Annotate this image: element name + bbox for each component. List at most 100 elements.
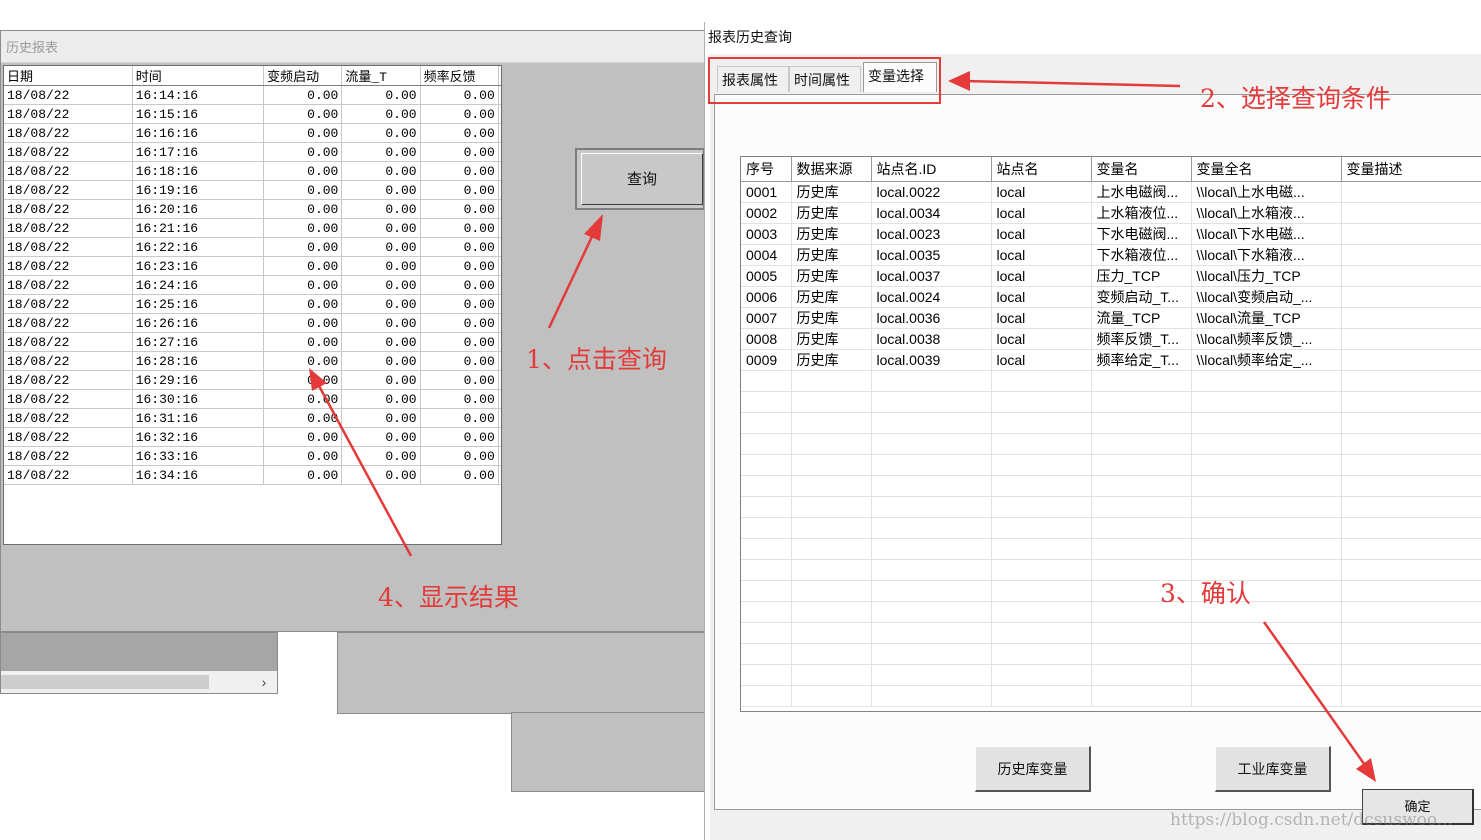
history-variable-button[interactable]: 历史库变量 bbox=[975, 746, 1091, 792]
table-row[interactable]: 18/08/2216:33:160.000.000.000 bbox=[4, 446, 501, 466]
table-row[interactable]: 18/08/2216:17:160.000.000.000 bbox=[4, 142, 501, 162]
dialog-body: 报表属性 时间属性 变量选择 序号 数据来源 站点名.ID 站点名 变量名 变量全名 变量描… bbox=[710, 54, 1481, 840]
table-row[interactable]: 18/08/2216:22:160.000.000.000 bbox=[4, 237, 501, 257]
table-cell: 0.00 bbox=[263, 104, 343, 124]
table-cell bbox=[1091, 664, 1192, 686]
table-cell: 0.00 bbox=[263, 237, 343, 257]
table-cell: 18/08/22 bbox=[4, 427, 133, 447]
history-column-header[interactable]: 频率反馈 bbox=[420, 66, 499, 86]
list-item[interactable]: 0001 历史库 local.0022 local 上水电磁阀... \\local\上水… bbox=[741, 181, 1481, 203]
empty-row bbox=[741, 454, 1481, 476]
list-item[interactable]: 0005 历史库 local.0037 local 压力_TCP \\local\压力_T… bbox=[741, 265, 1481, 287]
history-column-header[interactable]: 频率给 bbox=[498, 66, 501, 86]
list-item[interactable]: 0003 历史库 local.0023 local 下水电磁阀... \\local\下水… bbox=[741, 223, 1481, 245]
variable-column-header[interactable]: 变量名 bbox=[1091, 157, 1192, 182]
table-row[interactable]: 18/08/2216:24:160.000.000.000 bbox=[4, 275, 501, 295]
table-row[interactable]: 18/08/2216:28:160.000.000.000 bbox=[4, 351, 501, 371]
table-row[interactable]: 18/08/2216:34:160.000.000.000 bbox=[4, 465, 501, 485]
table-cell: local bbox=[991, 244, 1092, 266]
table-row[interactable]: 18/08/2216:27:160.000.000.000 bbox=[4, 332, 501, 352]
table-cell bbox=[871, 433, 992, 455]
table-cell: local.0035 bbox=[871, 244, 992, 266]
variable-column-header[interactable]: 站点名.ID bbox=[871, 157, 992, 182]
table-cell: 18/08/22 bbox=[4, 370, 133, 390]
table-row[interactable]: 18/08/2216:14:160.000.000.000 bbox=[4, 85, 501, 105]
table-cell: 16:17:16 bbox=[132, 142, 265, 162]
table-row[interactable]: 18/08/2216:31:160.000.000.000 bbox=[4, 408, 501, 428]
history-result-grid[interactable]: 日期时间变频启动流量_T频率反馈频率给 18/08/2216:14:160.00… bbox=[3, 65, 502, 545]
table-row[interactable]: 18/08/2216:15:160.000.000.000 bbox=[4, 104, 501, 124]
history-column-header[interactable]: 流量_T bbox=[341, 66, 421, 86]
history-window-title: 历史报表 bbox=[1, 31, 705, 63]
table-cell: 0.00 bbox=[341, 294, 421, 314]
table-row[interactable]: 18/08/2216:25:160.000.000.000 bbox=[4, 294, 501, 314]
table-cell: 0.00 bbox=[263, 370, 343, 390]
list-item[interactable]: 0004 历史库 local.0035 local 下水箱液位... \\local\下水… bbox=[741, 244, 1481, 266]
list-item[interactable]: 0007 历史库 local.0036 local 流量_TCP \\local\流量_T… bbox=[741, 307, 1481, 329]
table-cell: local bbox=[991, 286, 1092, 308]
table-cell bbox=[791, 496, 872, 518]
scroll-right-icon[interactable]: › bbox=[255, 673, 273, 691]
table-cell bbox=[1191, 538, 1342, 560]
table-cell bbox=[1341, 370, 1481, 392]
table-cell: 0.00 bbox=[420, 199, 499, 219]
table-cell: 0.00 bbox=[263, 351, 343, 371]
variable-column-header[interactable]: 站点名 bbox=[991, 157, 1092, 182]
table-cell: 18/08/22 bbox=[4, 256, 133, 276]
table-cell: 历史库 bbox=[791, 181, 872, 203]
table-cell bbox=[1091, 370, 1192, 392]
table-row[interactable]: 18/08/2216:21:160.000.000.000 bbox=[4, 218, 501, 238]
table-cell: 0003 bbox=[741, 223, 792, 245]
table-cell bbox=[741, 664, 792, 686]
variable-column-header[interactable]: 数据来源 bbox=[791, 157, 872, 182]
table-cell bbox=[1091, 517, 1192, 539]
list-item[interactable]: 0006 历史库 local.0024 local 变频启动_T... \\local\变… bbox=[741, 286, 1481, 308]
table-cell: 18/08/22 bbox=[4, 275, 133, 295]
table-cell: 18/08/22 bbox=[4, 313, 133, 333]
table-cell bbox=[741, 643, 792, 665]
table-cell: 18/08/22 bbox=[4, 199, 133, 219]
history-column-header[interactable]: 时间 bbox=[132, 66, 265, 86]
table-cell: 0.00 bbox=[341, 256, 421, 276]
variable-column-header[interactable]: 变量全名 bbox=[1191, 157, 1342, 182]
query-button[interactable]: 查询 bbox=[581, 153, 703, 205]
scroll-thumb[interactable] bbox=[1, 675, 209, 689]
table-cell: 0 bbox=[498, 161, 501, 181]
table-cell bbox=[1191, 370, 1342, 392]
table-cell bbox=[1091, 622, 1192, 644]
industrial-variable-button[interactable]: 工业库变量 bbox=[1215, 746, 1331, 792]
table-row[interactable]: 18/08/2216:19:160.000.000.000 bbox=[4, 180, 501, 200]
variable-column-header[interactable]: 变量描述 bbox=[1341, 157, 1481, 182]
table-cell: 历史库 bbox=[791, 349, 872, 371]
table-cell: 0.00 bbox=[263, 408, 343, 428]
table-cell: 0.00 bbox=[420, 370, 499, 390]
table-row[interactable]: 18/08/2216:32:160.000.000.000 bbox=[4, 427, 501, 447]
table-cell: 16:32:16 bbox=[132, 427, 265, 447]
table-cell bbox=[1341, 265, 1481, 287]
table-cell: 0 bbox=[498, 427, 501, 447]
list-item[interactable]: 0009 历史库 local.0039 local 频率给定_T... \\local\频… bbox=[741, 349, 1481, 371]
table-cell bbox=[991, 685, 1092, 707]
table-cell bbox=[791, 559, 872, 581]
panel-horizontal-scrollbar[interactable]: › bbox=[1, 671, 277, 693]
list-item[interactable]: 0008 历史库 local.0038 local 频率反馈_T... \\local\频… bbox=[741, 328, 1481, 350]
table-cell: 16:15:16 bbox=[132, 104, 265, 124]
list-item[interactable]: 0002 历史库 local.0034 local 上水箱液位... \\local\上水… bbox=[741, 202, 1481, 224]
table-row[interactable]: 18/08/2216:29:160.000.000.000 bbox=[4, 370, 501, 390]
table-cell bbox=[1191, 664, 1342, 686]
table-cell bbox=[791, 412, 872, 434]
history-column-header[interactable]: 日期 bbox=[4, 66, 133, 86]
table-row[interactable]: 18/08/2216:26:160.000.000.000 bbox=[4, 313, 501, 333]
variable-column-header[interactable]: 序号 bbox=[741, 157, 792, 182]
table-cell bbox=[1091, 412, 1192, 434]
table-row[interactable]: 18/08/2216:20:160.000.000.000 bbox=[4, 199, 501, 219]
variable-grid[interactable]: 序号 数据来源 站点名.ID 站点名 变量名 变量全名 变量描述 0001 历史库 local.… bbox=[740, 156, 1481, 712]
table-row[interactable]: 18/08/2216:23:160.000.000.000 bbox=[4, 256, 501, 276]
table-row[interactable]: 18/08/2216:18:160.000.000.000 bbox=[4, 161, 501, 181]
table-cell: 0.00 bbox=[420, 161, 499, 181]
table-cell: 0 bbox=[498, 370, 501, 390]
table-cell bbox=[791, 643, 872, 665]
table-row[interactable]: 18/08/2216:16:160.000.000.000 bbox=[4, 123, 501, 143]
history-column-header[interactable]: 变频启动 bbox=[263, 66, 343, 86]
table-row[interactable]: 18/08/2216:30:160.000.000.000 bbox=[4, 389, 501, 409]
